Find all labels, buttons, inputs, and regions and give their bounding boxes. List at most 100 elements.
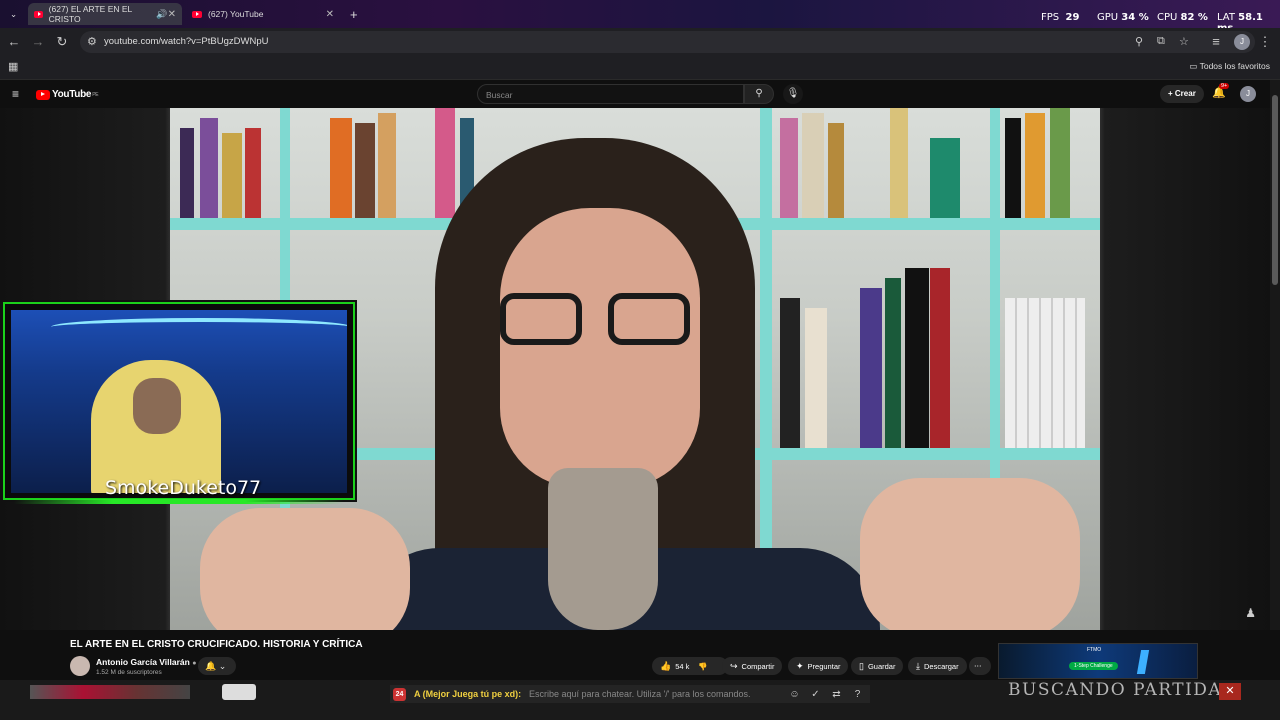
star-icon[interactable]: ☆ — [1179, 35, 1189, 48]
like-button[interactable]: 👍 54 k 👎 — [652, 657, 728, 675]
presenter-left-hand — [200, 508, 410, 630]
reload-icon[interactable]: ↻ — [53, 33, 71, 51]
ask-button[interactable]: ✦ Preguntar — [788, 657, 849, 675]
gpu-readout: GPU 34 % — [1097, 12, 1149, 23]
cast-icon[interactable]: ⧉ — [1157, 35, 1165, 48]
omnibox[interactable]: ⚙ youtube.com/watch?v=PtBUgzDWNpU ⚲ ⧉ ☆ — [80, 31, 1255, 53]
book — [930, 138, 960, 218]
voice-search-button[interactable]: 🎙 — [783, 84, 803, 104]
search-button[interactable]: ⚲ — [744, 84, 774, 104]
subscriber-count: 1.52 M de suscriptores — [96, 669, 162, 676]
share-button[interactable]: ↪ Compartir — [722, 657, 783, 675]
game-chat-box[interactable]: 24 A (Mejor Juega tú pe xd): Escribe aqu… — [390, 685, 870, 703]
more-dots-icon: ⋯ — [974, 661, 982, 670]
chat-input[interactable]: Escribe aquí para chatear. Utiliza '/' p… — [529, 689, 751, 699]
book — [1025, 113, 1045, 218]
more-actions-button[interactable]: ⋯ — [969, 657, 991, 675]
channel-watermark-icon[interactable]: ♟ — [1245, 606, 1256, 620]
all-bookmarks-button[interactable]: ▭ Todos los favoritos — [1189, 61, 1270, 72]
keyboard-icon — [222, 684, 256, 700]
book — [1005, 118, 1021, 218]
book-set — [1005, 298, 1085, 448]
tab-youtube[interactable]: (627) YouTube ✕ — [186, 3, 340, 25]
search-icon: ⚲ — [755, 88, 763, 99]
glasses-lens — [500, 293, 582, 345]
chat-channel-label: A (Mejor Juega tú pe xd): — [414, 689, 522, 699]
subscription-bell-button[interactable]: 🔔 ⌄ — [198, 657, 236, 675]
close-tab-icon[interactable]: ✕ — [326, 9, 334, 20]
book — [245, 128, 261, 218]
emoji-icon[interactable]: ☺ — [787, 687, 802, 702]
fps-readout: FPS 29 — [1041, 12, 1080, 23]
profile-avatar[interactable]: J — [1234, 34, 1250, 50]
youtube-logo[interactable]: YouTube PE — [36, 89, 99, 100]
book — [780, 118, 798, 218]
speaker-icon[interactable]: 🔊 — [156, 9, 167, 20]
youtube-favicon-icon — [34, 10, 43, 18]
chevron-down-icon: ⌄ — [10, 8, 18, 19]
help-icon[interactable]: ? — [850, 687, 865, 702]
folder-icon: ▭ — [1189, 61, 1198, 71]
close-icon: ✕ — [1225, 685, 1235, 697]
tab-title: (627) YouTube — [208, 9, 264, 19]
save-button[interactable]: ▯ Guardar — [851, 657, 904, 675]
book — [885, 278, 901, 448]
book — [378, 113, 396, 218]
streamer-face — [133, 378, 181, 434]
hamburger-menu-icon[interactable]: ≡ — [12, 87, 19, 101]
youtube-play-icon — [36, 89, 50, 100]
book — [780, 298, 800, 448]
youtube-avatar[interactable]: J — [1240, 86, 1256, 102]
new-tab-button[interactable]: + — [344, 3, 362, 25]
presenter-face — [500, 208, 700, 488]
ad-cta-button[interactable]: 1-Step Challenge — [1069, 662, 1118, 670]
url-text[interactable]: youtube.com/watch?v=PtBUgzDWNpU — [104, 36, 268, 47]
sparkle-icon: ✦ — [796, 661, 804, 671]
channel-avatar[interactable] — [70, 656, 90, 676]
youtube-header: ≡ YouTube PE Buscar ⚲ 🎙 + Crear 🔔 9+ J — [0, 80, 1280, 108]
forward-icon[interactable]: → — [29, 33, 47, 51]
create-button[interactable]: + Crear — [1160, 85, 1204, 103]
apps-grid-icon[interactable]: ▦ — [8, 60, 18, 73]
webcam-bottom-accent — [14, 499, 344, 504]
book — [330, 118, 352, 218]
book — [905, 268, 929, 448]
cancel-search-button[interactable]: ✕ — [1219, 683, 1241, 700]
thumbs-up-icon: 👍 — [660, 661, 672, 671]
thumbs-down-icon[interactable]: 👎 — [698, 662, 707, 671]
youtube-favicon-icon — [192, 10, 202, 18]
microphone-icon: 🎙 — [786, 88, 800, 99]
menu-dots-icon[interactable]: ⋮ — [1256, 33, 1274, 51]
cpu-readout: CPU 82 % — [1157, 12, 1208, 23]
book — [860, 288, 882, 448]
tab-title: (627) EL ARTE EN EL CRISTO — [48, 4, 132, 24]
back-icon[interactable]: ← — [5, 33, 23, 51]
book — [355, 123, 375, 218]
check-icon[interactable]: ✓ — [808, 687, 823, 702]
save-icon: ▯ — [859, 661, 864, 671]
book — [890, 108, 908, 218]
chevron-down-icon: ⌄ — [218, 661, 227, 671]
site-info-icon[interactable]: ⚙ — [87, 35, 97, 48]
close-tab-icon[interactable]: ✕ — [168, 9, 176, 20]
share-icon: ↪ — [730, 661, 738, 671]
channel-name[interactable]: Antonio García Villarán ● — [96, 657, 196, 667]
tab-search-menu[interactable]: ⌄ — [4, 3, 24, 25]
scrollbar-thumb[interactable] — [1272, 95, 1278, 285]
verified-icon: ● — [192, 660, 197, 667]
book — [435, 108, 455, 218]
translate-icon[interactable]: ⇄ — [829, 687, 844, 702]
ad-graphic — [1136, 650, 1150, 674]
matchmaking-status: BUSCANDO PARTIDA — [1008, 680, 1223, 700]
ad-logo: FTMO — [1087, 647, 1102, 653]
media-controls-icon[interactable]: ≡ — [1207, 33, 1225, 51]
book — [180, 128, 194, 218]
stream-bottom-bar: 24 A (Mejor Juega tú pe xd): Escribe aqu… — [0, 680, 1280, 720]
zoom-icon[interactable]: ⚲ — [1135, 35, 1143, 48]
chat-count-badge: 24 — [393, 688, 406, 701]
download-button[interactable]: ⤓ Descargar — [908, 657, 967, 675]
sponsored-ad[interactable]: FTMO 1-Step Challenge — [998, 643, 1198, 679]
page-scrollbar[interactable] — [1270, 80, 1280, 680]
search-input[interactable]: Buscar — [477, 84, 744, 104]
tab-video[interactable]: (627) EL ARTE EN EL CRISTO 🔊 ✕ — [28, 3, 182, 25]
